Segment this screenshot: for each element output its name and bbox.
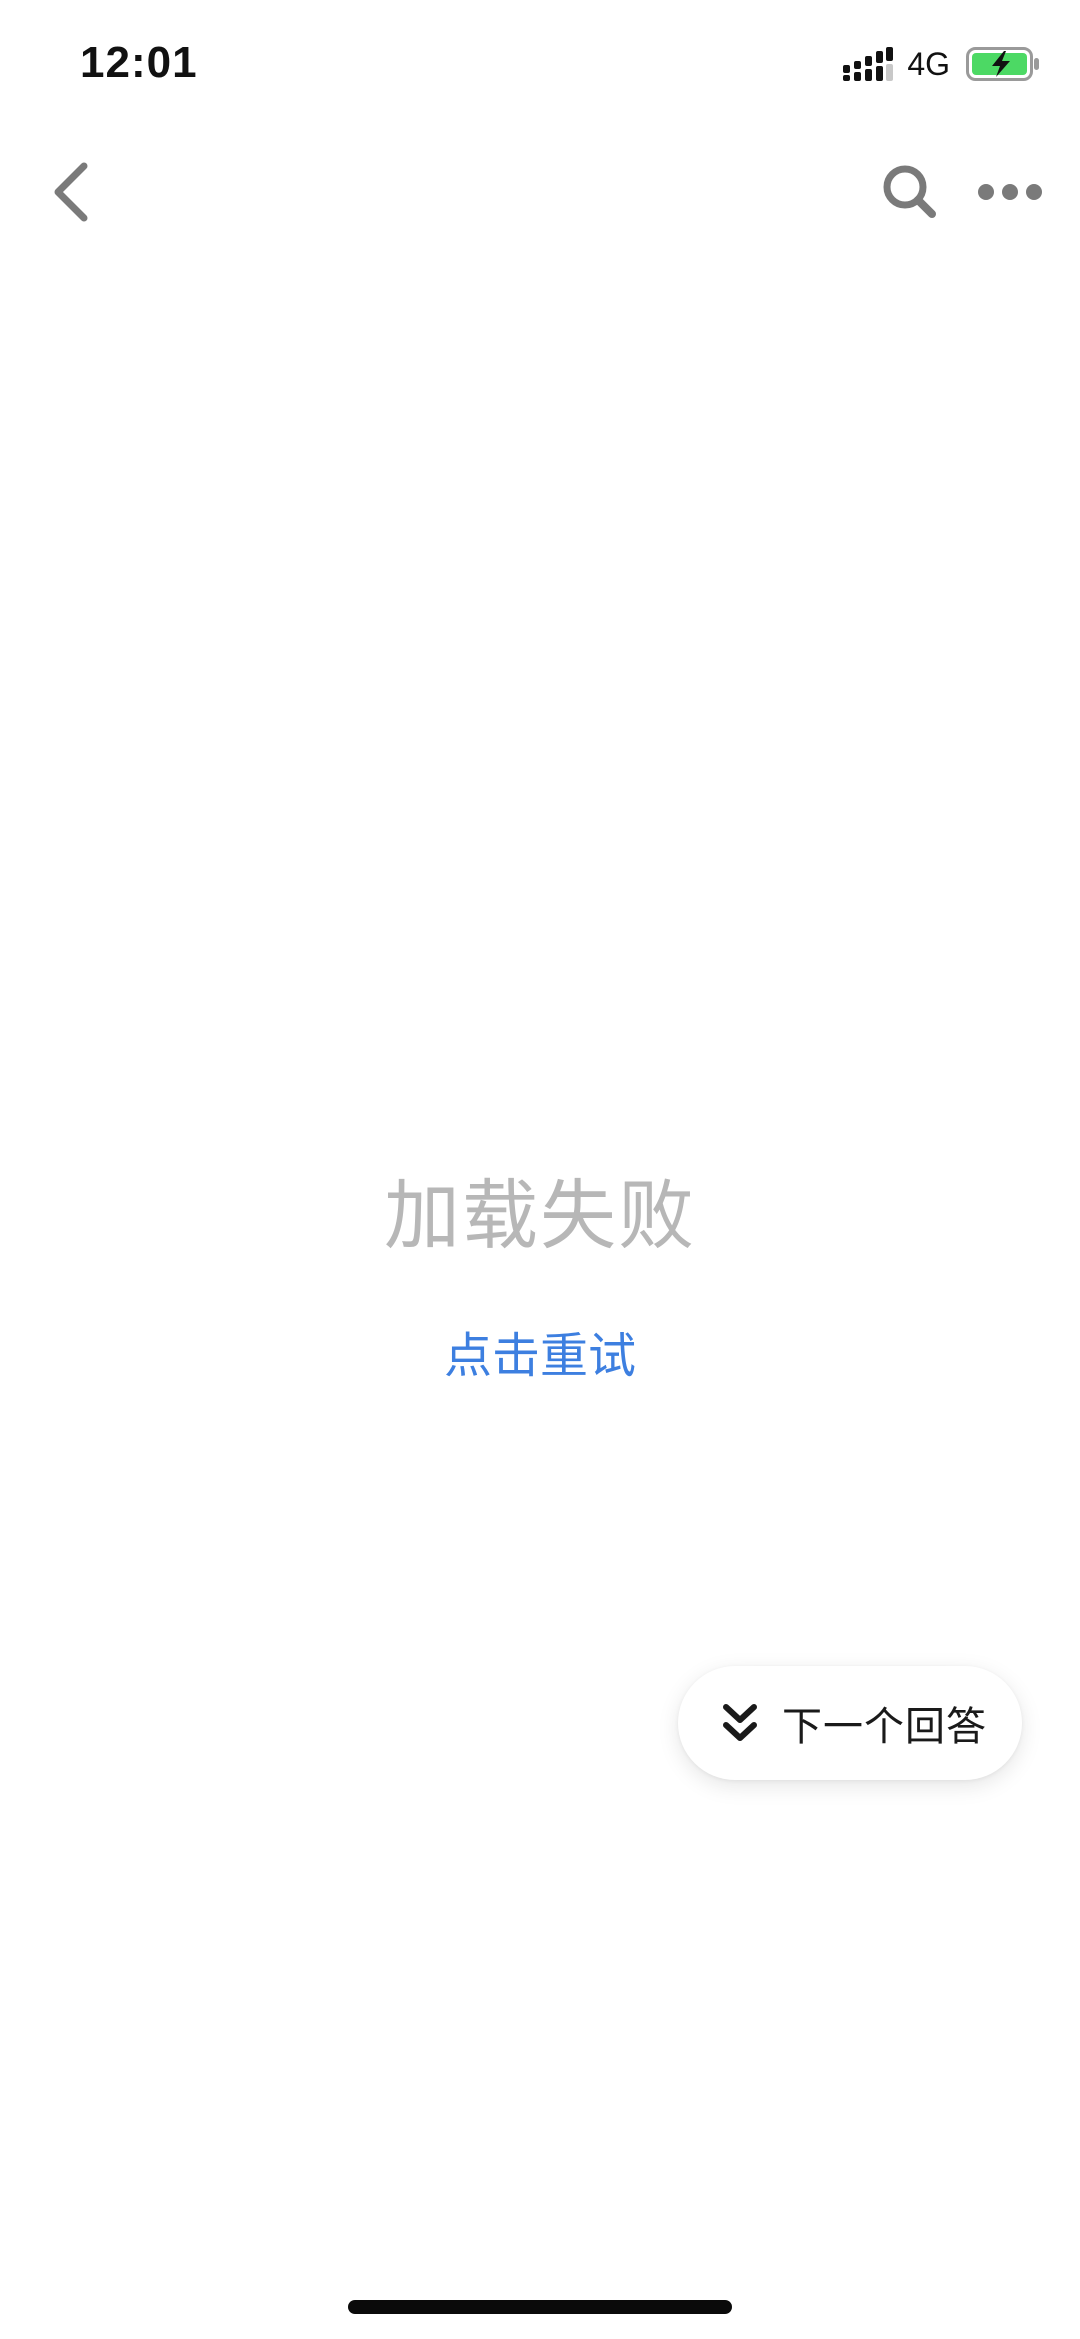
next-answer-button[interactable]: 下一个回答 [678, 1666, 1022, 1780]
status-time: 12:01 [80, 38, 198, 87]
more-options-button[interactable] [960, 152, 1060, 232]
search-icon [883, 165, 936, 218]
network-type: 4G [907, 45, 950, 82]
search-button[interactable] [870, 152, 950, 232]
signal-bars-icon [843, 47, 894, 81]
double-chevron-down-icon [723, 1704, 757, 1741]
status-bar: 12:01 4G [0, 0, 1080, 132]
next-answer-label: 下一个回答 [782, 1704, 987, 1750]
load-failed-message: 加载失败 [384, 1171, 696, 1260]
home-indicator[interactable] [348, 2300, 732, 2314]
status-indicators: 4G [843, 44, 1040, 84]
back-button[interactable] [30, 152, 110, 232]
retry-button[interactable]: 点击重试 [390, 1328, 690, 1386]
battery-charging-icon [966, 47, 1039, 81]
chevron-left-icon [54, 162, 88, 222]
more-horizontal-icon [978, 184, 1042, 200]
top-nav-bar [0, 132, 1080, 252]
